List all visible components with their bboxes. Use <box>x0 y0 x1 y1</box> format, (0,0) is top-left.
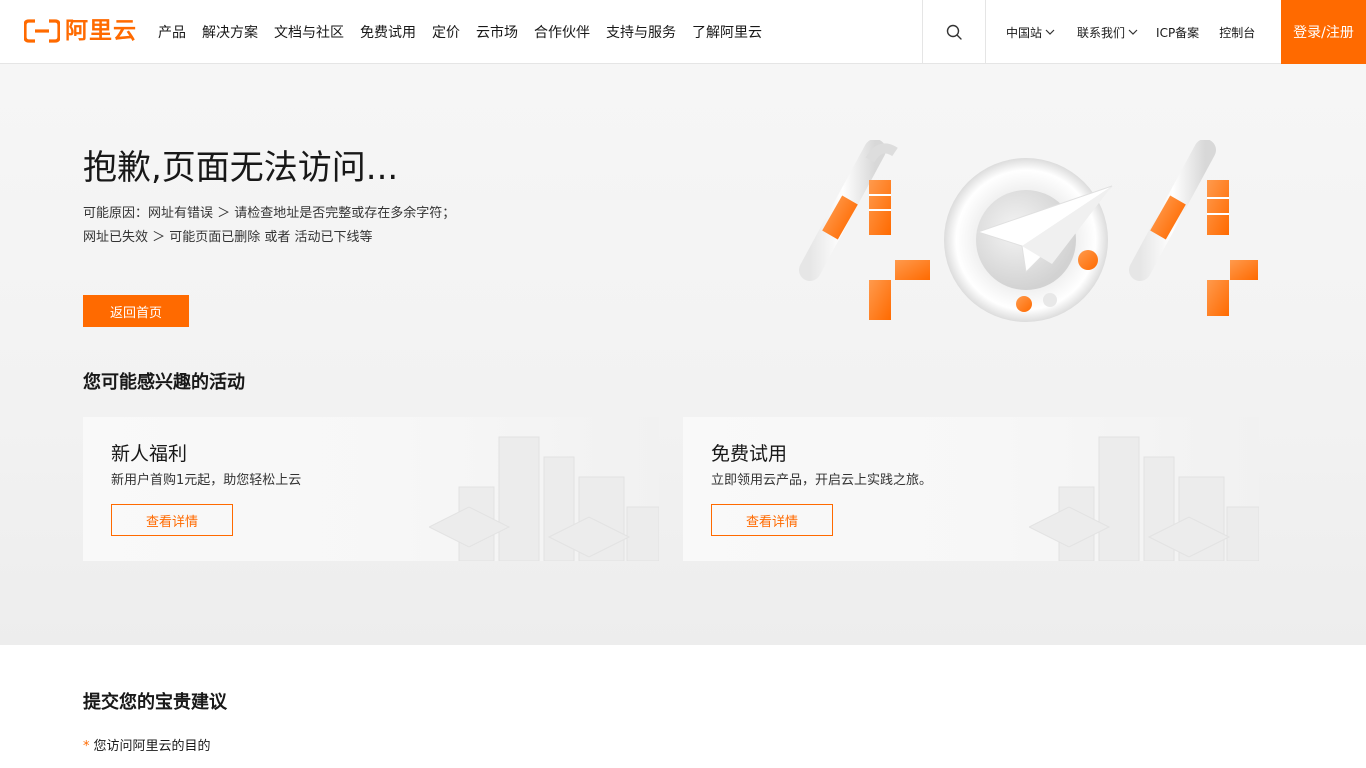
chevron-down-icon <box>1128 29 1138 35</box>
nav-item-support[interactable]: 支持与服务 <box>606 22 676 42</box>
back-home-button[interactable]: 返回首页 <box>83 295 189 327</box>
top-header: 阿里云 产品 解决方案 文档与社区 免费试用 定价 云市场 合作伙伴 支持与服务… <box>0 0 1366 64</box>
console-link[interactable]: 控制台 <box>1219 24 1255 41</box>
nav-item-pricing[interactable]: 定价 <box>432 22 460 42</box>
aliyun-logo[interactable]: 阿里云 <box>24 18 137 44</box>
contact-menu[interactable]: 联系我们 <box>1077 24 1138 41</box>
site-selector[interactable]: 中国站 <box>1006 24 1055 41</box>
404-illustration: 404 <box>799 140 1261 335</box>
aliyun-logo-icon <box>24 19 60 43</box>
city-illustration-icon <box>429 436 659 561</box>
search-icon <box>946 24 962 40</box>
suggestion-section: 提交您的宝贵建议 * 您访问阿里云的目的 <box>0 645 1366 768</box>
activities-title: 您可能感兴趣的活动 <box>83 372 245 393</box>
error-hero: 抱歉,页面无法访问... 可能原因：网址有错误 ＞ 请检查地址是否完整或存在多余… <box>0 64 1366 645</box>
icp-link[interactable]: ICP备案 <box>1156 24 1199 41</box>
digit-four-left-icon <box>799 140 931 335</box>
error-reason: 可能原因：网址有错误 ＞ 请检查地址是否完整或存在多余字符；网址已失效 ＞ 可能… <box>83 206 456 245</box>
card-description: 新用户首购1元起，助您轻松上云 <box>111 473 302 488</box>
digit-zero-icon <box>944 158 1113 322</box>
contact-menu-label: 联系我们 <box>1077 25 1126 40</box>
activity-card-newcomer: 新人福利 新用户首购1元起，助您轻松上云 查看详情 <box>83 417 659 561</box>
card-description: 立即领用云产品，开启云上实践之旅。 <box>711 473 933 488</box>
nav-item-about[interactable]: 了解阿里云 <box>692 22 762 42</box>
view-details-button[interactable]: 查看详情 <box>711 504 833 536</box>
right-nav: 中国站 联系我们 ICP备案 控制台 <box>1006 0 1255 64</box>
logo-text: 阿里云 <box>65 18 137 44</box>
nav-item-docs[interactable]: 文档与社区 <box>274 22 344 42</box>
view-details-button[interactable]: 查看详情 <box>111 504 233 536</box>
activity-card-free-trial: 免费试用 立即领用云产品，开启云上实践之旅。 查看详情 <box>683 417 1259 561</box>
chevron-down-icon <box>1045 29 1055 35</box>
nav-item-marketplace[interactable]: 云市场 <box>476 22 518 42</box>
nav-item-free-trial[interactable]: 免费试用 <box>360 22 416 42</box>
nav-item-products[interactable]: 产品 <box>158 22 186 42</box>
suggestion-title: 提交您的宝贵建议 <box>83 692 227 713</box>
search-button[interactable] <box>922 0 986 64</box>
page-title: 抱歉,页面无法访问... <box>83 148 399 188</box>
login-register-button[interactable]: 登录/注册 <box>1281 0 1366 64</box>
nav-item-solutions[interactable]: 解决方案 <box>202 22 258 42</box>
visit-purpose-label: * 您访问阿里云的目的 <box>83 738 211 756</box>
card-title: 新人福利 <box>111 443 188 465</box>
main-nav: 产品 解决方案 文档与社区 免费试用 定价 云市场 合作伙伴 支持与服务 了解阿… <box>158 0 778 64</box>
city-illustration-icon <box>1029 436 1259 561</box>
required-mark: * <box>83 739 90 754</box>
card-title: 免费试用 <box>711 443 788 465</box>
visit-purpose-text: 您访问阿里云的目的 <box>93 739 211 754</box>
site-selector-label: 中国站 <box>1006 25 1043 40</box>
nav-item-partners[interactable]: 合作伙伴 <box>534 22 590 42</box>
digit-four-right-icon <box>1129 140 1261 331</box>
